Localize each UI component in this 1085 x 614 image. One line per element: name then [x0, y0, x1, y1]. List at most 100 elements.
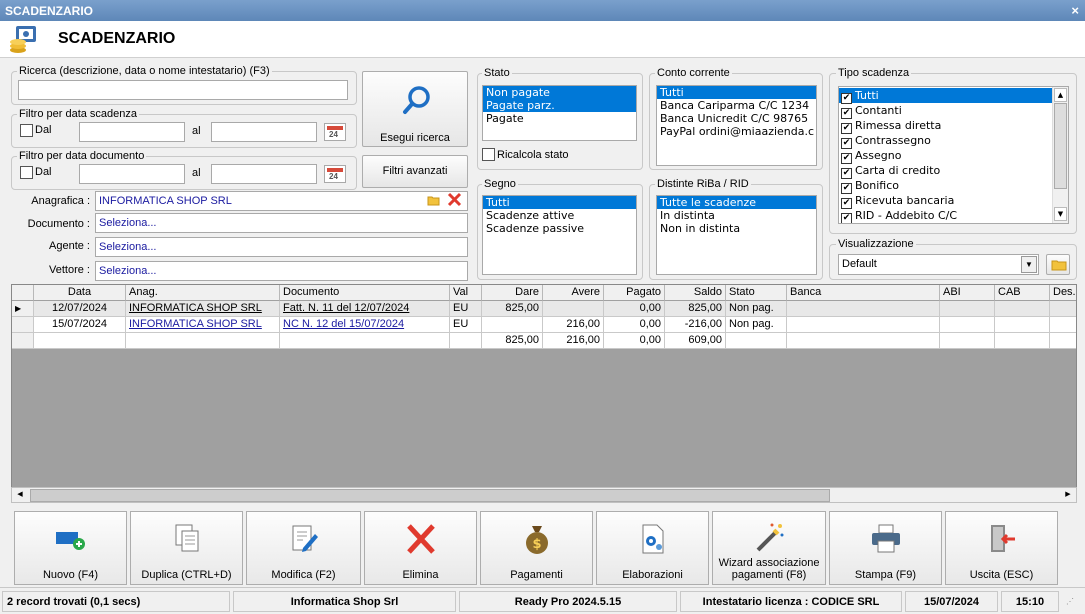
distinte-item-tutte[interactable]: Tutte le scadenze [657, 196, 816, 209]
visualizzazione-select[interactable]: Default [838, 254, 1039, 275]
tipo-item[interactable]: ✔ Rimessa diretta [839, 118, 1052, 134]
documento-input[interactable]: Seleziona... [95, 213, 468, 233]
printer-icon [871, 524, 900, 553]
col-avere[interactable]: Avere [543, 285, 604, 301]
scroll-up-icon[interactable]: ▲ [1054, 88, 1067, 102]
checkbox-checked-icon[interactable]: ✔ [841, 213, 852, 223]
tipo-scrollbar[interactable]: ▲ ▼ [1052, 87, 1068, 223]
scroll-down-icon[interactable]: ▼ [1054, 207, 1067, 221]
stampa-button[interactable]: Stampa (F9) [829, 511, 942, 585]
col-saldo[interactable]: Saldo [665, 285, 726, 301]
scadenze-grid[interactable]: Data Anag. Documento Val Dare Avere Paga… [11, 284, 1077, 502]
segno-item-passive[interactable]: Scadenze passive [483, 222, 636, 235]
table-row[interactable]: 15/07/2024 INFORMATICA SHOP SRL NC N. 12… [12, 317, 1076, 333]
resize-grip-icon[interactable]: ⋰ [1066, 597, 1074, 606]
conto-item-unicredit[interactable]: Banca Unicredit C/C 98765 [657, 112, 816, 125]
segno-listbox[interactable]: Tutti Scadenze attive Scadenze passive [482, 195, 637, 275]
distinte-listbox[interactable]: Tutte le scadenze In distinta Non in dis… [656, 195, 817, 275]
col-data[interactable]: Data [34, 285, 126, 301]
stato-item-pagate-parz[interactable]: Pagate parz. [483, 99, 636, 112]
segno-item-tutti[interactable]: Tutti [483, 196, 636, 209]
status-license: Intestatario licenza : CODICE SRL [680, 591, 902, 612]
al-documento-input[interactable] [211, 164, 317, 184]
al-scadenza-input[interactable] [211, 122, 317, 142]
folder-icon[interactable] [427, 194, 441, 206]
scroll-thumb[interactable] [1054, 103, 1067, 189]
al-documento-label: al [192, 167, 201, 179]
elimina-button[interactable]: Elimina [364, 511, 477, 585]
conto-item-paypal[interactable]: PayPal ordini@miaazienda.c [657, 125, 816, 138]
tipo-item[interactable]: ✔ RID - Addebito C/C [839, 208, 1052, 223]
nuovo-button[interactable]: Nuovo (F4) [14, 511, 127, 585]
scroll-left-icon[interactable]: ◀ [13, 489, 27, 501]
tipo-item[interactable]: ✔ Contanti [839, 103, 1052, 119]
stato-item-non-pagate[interactable]: Non pagate [483, 86, 636, 99]
clear-x-icon[interactable] [447, 192, 462, 207]
stato-item-pagate[interactable]: Pagate [483, 112, 636, 125]
filtro-scadenza-label: Filtro per data scadenza [17, 108, 140, 120]
tipo-item[interactable]: ✔ Tutti [839, 88, 1052, 104]
conto-item-tutti[interactable]: Tutti [657, 86, 816, 99]
dal-scadenza-checkbox[interactable] [20, 124, 33, 137]
wizard-associazione-button[interactable]: Wizard associazione pagamenti (F8) [712, 511, 826, 585]
ricerca-input[interactable] [18, 80, 348, 100]
filtri-avanzati-button[interactable]: Filtri avanzati [362, 155, 468, 188]
calendar-icon[interactable]: 24 [324, 123, 346, 141]
page-title: SCADENZARIO [58, 30, 176, 47]
calendar-icon[interactable]: 24 [324, 165, 346, 183]
tipo-item[interactable]: ✔ Contrassegno [839, 133, 1052, 149]
col-banca[interactable]: Banca [787, 285, 940, 301]
conto-corrente-label: Conto corrente [655, 67, 732, 79]
search-icon [403, 86, 430, 114]
pagamenti-button[interactable]: $ Pagamenti [480, 511, 593, 585]
col-pagato[interactable]: Pagato [604, 285, 665, 301]
distinte-item-in-distinta[interactable]: In distinta [657, 209, 816, 222]
vettore-input[interactable]: Seleziona... [95, 261, 468, 281]
al-scadenza-label: al [192, 125, 201, 137]
tipo-item[interactable]: ✔ Carta di credito [839, 163, 1052, 179]
col-val[interactable]: Val [450, 285, 482, 301]
anagrafica-label: Anagrafica : [31, 195, 90, 207]
stato-listbox[interactable]: Non pagate Pagate parz. Pagate [482, 85, 637, 141]
grid-horizontal-scrollbar[interactable]: ◀ ▶ [11, 487, 1077, 503]
dal-documento-input[interactable] [79, 164, 185, 184]
chevron-down-icon[interactable]: ▼ [1021, 256, 1037, 273]
col-cab[interactable]: CAB [995, 285, 1050, 301]
col-des[interactable]: Des. [1050, 285, 1076, 301]
col-abi[interactable]: ABI [940, 285, 995, 301]
col-documento[interactable]: Documento [280, 285, 450, 301]
esegui-ricerca-button[interactable]: Esegui ricerca [362, 71, 468, 147]
distinte-label: Distinte RiBa / RID [655, 178, 751, 190]
dal-documento-checkbox[interactable] [20, 166, 33, 179]
segno-label: Segno [482, 178, 518, 190]
col-dare[interactable]: Dare [482, 285, 543, 301]
ricerca-label: Ricerca (descrizione, data o nome intest… [17, 65, 272, 77]
tipo-item[interactable]: ✔ Bonifico [839, 178, 1052, 194]
segno-item-attive[interactable]: Scadenze attive [483, 209, 636, 222]
col-anag[interactable]: Anag. [126, 285, 280, 301]
duplica-button[interactable]: Duplica (CTRL+D) [130, 511, 243, 585]
elaborazioni-button[interactable]: Elaborazioni [596, 511, 709, 585]
tipo-item[interactable]: ✔ Ricevuta bancaria [839, 193, 1052, 209]
modifica-button[interactable]: Modifica (F2) [246, 511, 361, 585]
tipo-scadenza-listbox[interactable]: ✔ Tutti ✔ Contanti ✔ Rimessa diretta ✔ Contrass… [838, 86, 1069, 224]
scroll-right-icon[interactable]: ▶ [1061, 489, 1075, 501]
conto-item-cariparma[interactable]: Banca Cariparma C/C 1234 [657, 99, 816, 112]
anagrafica-input[interactable]: INFORMATICA SHOP SRL [95, 191, 468, 211]
agente-input[interactable]: Seleziona... [95, 237, 468, 257]
col-stato[interactable]: Stato [726, 285, 787, 301]
exit-door-icon [990, 525, 1015, 552]
visualizzazione-label: Visualizzazione [836, 238, 916, 250]
uscita-button[interactable]: Uscita (ESC) [945, 511, 1058, 585]
ricalcola-stato-checkbox[interactable] [482, 148, 495, 161]
scroll-thumb[interactable] [30, 489, 830, 502]
dal-scadenza-input[interactable] [79, 122, 185, 142]
table-row[interactable]: ▶ 12/07/2024 INFORMATICA SHOP SRL Fatt. … [12, 301, 1076, 317]
tipo-scadenza-label: Tipo scadenza [836, 67, 912, 79]
distinte-item-non-in-distinta[interactable]: Non in distinta [657, 222, 816, 235]
window-close-button[interactable]: × [1071, 3, 1079, 18]
edit-icon [292, 525, 318, 552]
tipo-item[interactable]: ✔ Assegno [839, 148, 1052, 164]
folder-button[interactable] [1046, 254, 1070, 275]
conto-corrente-listbox[interactable]: Tutti Banca Cariparma C/C 1234 Banca Uni… [656, 85, 817, 166]
